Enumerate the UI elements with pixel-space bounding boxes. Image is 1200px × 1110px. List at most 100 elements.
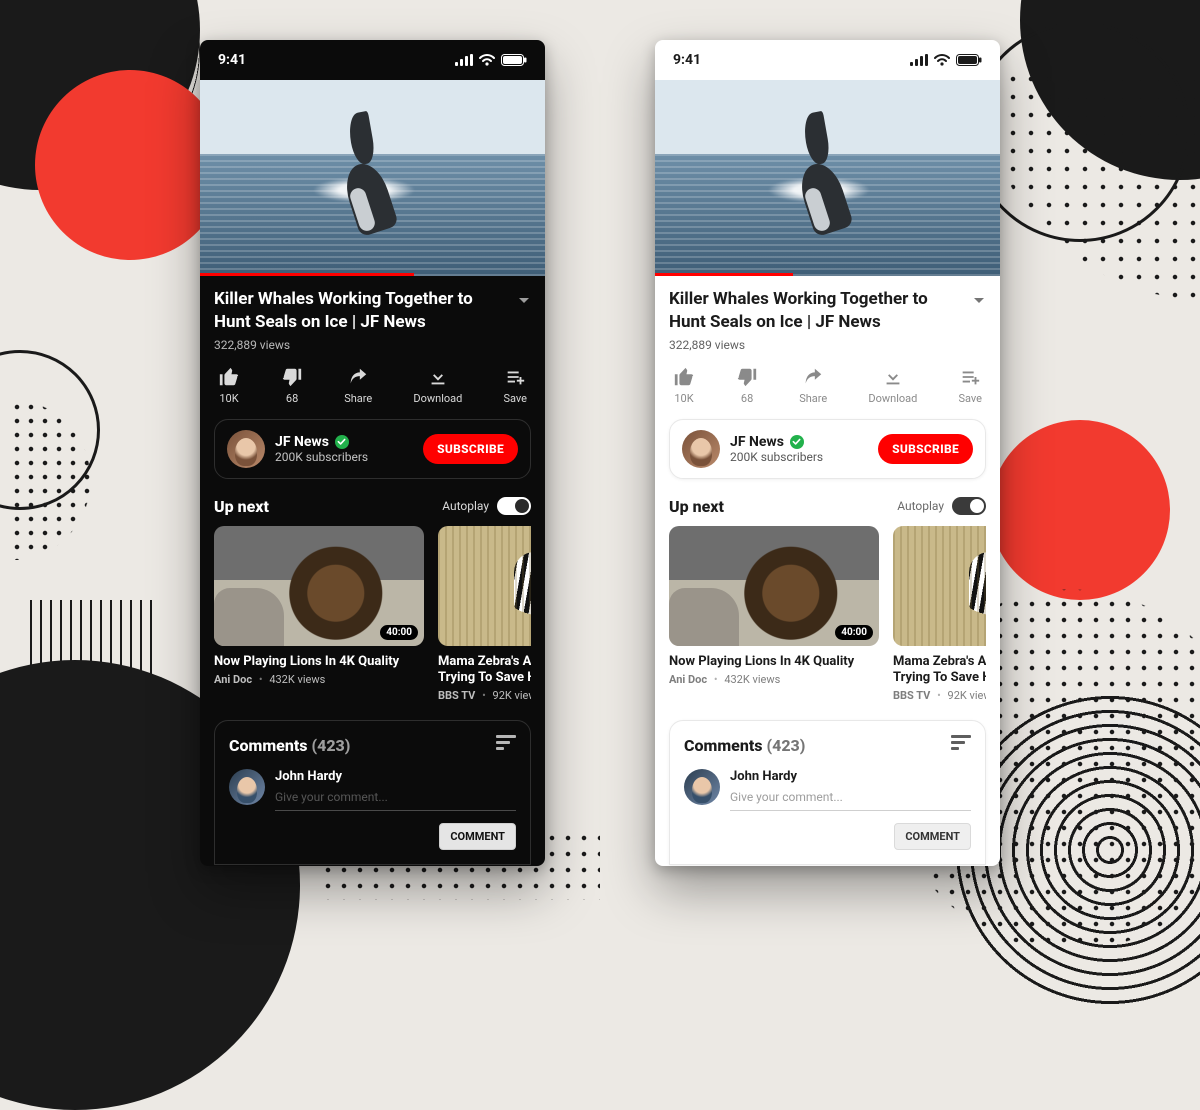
share-label: Share [799, 392, 827, 405]
comments-count: (423) [311, 736, 350, 755]
like-button[interactable]: 10K [673, 366, 695, 405]
dislike-button[interactable]: 68 [736, 366, 758, 405]
duration-badge: 40:00 [835, 625, 873, 640]
battery-icon [956, 54, 982, 66]
upnext-card[interactable]: Mama Zebra's Answer To Men Trying To Sav… [438, 526, 531, 703]
subscribe-button[interactable]: SUBSCRIBE [878, 434, 973, 464]
channel-avatar[interactable] [682, 430, 720, 468]
save-button[interactable]: Save [503, 366, 527, 405]
video-title: Killer Whales Working Together to Hunt S… [669, 288, 962, 334]
channel-card[interactable]: JF News 200K subscribers SUBSCRIBE [214, 419, 531, 479]
status-bar: 9:41 [200, 40, 545, 80]
save-label: Save [958, 392, 982, 405]
video-actions: 10K 68 Share Download Save [669, 366, 986, 405]
video-player[interactable] [200, 80, 545, 276]
video-thumbnail[interactable]: 40:00 [669, 526, 879, 646]
post-comment-button[interactable]: COMMENT [894, 823, 971, 850]
channel-avatar[interactable] [227, 430, 265, 468]
autoplay-label: Autoplay [897, 499, 944, 513]
commenter-name: John Hardy [730, 769, 971, 784]
video-player[interactable] [655, 80, 1000, 276]
wifi-icon [934, 54, 950, 66]
sort-icon[interactable] [496, 735, 516, 755]
duration-badge: 40:00 [380, 625, 418, 640]
video-progress[interactable] [655, 273, 793, 276]
upnext-card-views: 92K views [948, 689, 986, 702]
dislike-button[interactable]: 68 [281, 366, 303, 405]
phone-dark: 9:41 Killer Whales Working [200, 40, 545, 866]
like-count: 10K [219, 392, 238, 405]
comment-input[interactable] [730, 784, 971, 811]
video-views: 322,889 views [669, 338, 986, 352]
channel-card[interactable]: JF News 200K subscribers SUBSCRIBE [669, 419, 986, 479]
upnext-card-title: Mama Zebra's Answer To Men Trying To Sav… [893, 654, 986, 687]
video-actions: 10K 68 Share Download Save [214, 366, 531, 405]
comments-title: Comments [684, 736, 763, 755]
video-views: 322,889 views [214, 338, 531, 352]
download-button[interactable]: Download [868, 366, 917, 405]
post-comment-button[interactable]: COMMENT [439, 823, 516, 850]
comments-title: Comments [229, 736, 308, 755]
upnext-card-views: 432K views [724, 673, 780, 686]
download-button[interactable]: Download [413, 366, 462, 405]
like-button[interactable]: 10K [218, 366, 240, 405]
autoplay-toggle[interactable] [497, 497, 531, 515]
upnext-card-title: Mama Zebra's Answer To Men Trying To Sav… [438, 654, 531, 687]
chevron-down-icon[interactable] [972, 292, 986, 311]
battery-icon [501, 54, 527, 66]
status-bar: 9:41 [655, 40, 1000, 80]
upnext-card[interactable]: Mama Zebra's Answer To Men Trying To Sav… [893, 526, 986, 703]
dislike-count: 68 [286, 392, 298, 405]
verified-badge-icon [790, 435, 804, 449]
phone-light: 9:41 Killer Whales Working [655, 40, 1000, 866]
comments-count: (423) [766, 736, 805, 755]
autoplay-label: Autoplay [442, 499, 489, 513]
commenter-name: John Hardy [275, 769, 516, 784]
subscribe-button[interactable]: SUBSCRIBE [423, 434, 518, 464]
video-thumbnail[interactable] [893, 526, 986, 646]
share-button[interactable]: Share [799, 366, 827, 405]
comment-input[interactable] [275, 784, 516, 811]
video-thumbnail[interactable]: 40:00 [214, 526, 424, 646]
upnext-card-title: Now Playing Lions In 4K Quality [669, 654, 879, 670]
upnext-card-channel: Ani Doc [214, 673, 252, 686]
autoplay-toggle[interactable] [952, 497, 986, 515]
video-progress[interactable] [200, 273, 414, 276]
channel-name: JF News [730, 434, 784, 450]
cellular-signal-icon [910, 54, 928, 66]
download-label: Download [868, 392, 917, 405]
cellular-signal-icon [455, 54, 473, 66]
upnext-title: Up next [669, 497, 724, 516]
channel-name: JF News [275, 434, 329, 450]
upnext-card[interactable]: 40:00 Now Playing Lions In 4K Quality An… [214, 526, 424, 703]
upnext-card-channel: Ani Doc [669, 673, 707, 686]
save-label: Save [503, 392, 527, 405]
upnext-title: Up next [214, 497, 269, 516]
upnext-card-channel: BBS TV [893, 689, 930, 702]
download-label: Download [413, 392, 462, 405]
share-button[interactable]: Share [344, 366, 372, 405]
upnext-card-views: 432K views [269, 673, 325, 686]
channel-subscribers: 200K subscribers [730, 450, 823, 464]
upnext-card-views: 92K views [493, 689, 531, 702]
verified-badge-icon [335, 435, 349, 449]
user-avatar[interactable] [684, 769, 720, 805]
user-avatar[interactable] [229, 769, 265, 805]
wifi-icon [479, 54, 495, 66]
upnext-card-channel: BBS TV [438, 689, 475, 702]
chevron-down-icon[interactable] [517, 292, 531, 311]
sort-icon[interactable] [951, 735, 971, 755]
status-time: 9:41 [673, 52, 701, 68]
like-count: 10K [674, 392, 693, 405]
upnext-card[interactable]: 40:00 Now Playing Lions In 4K Quality An… [669, 526, 879, 703]
comments-section: Comments (423) John Hardy COMMENT [669, 720, 986, 865]
save-button[interactable]: Save [958, 366, 982, 405]
share-label: Share [344, 392, 372, 405]
channel-subscribers: 200K subscribers [275, 450, 368, 464]
upnext-carousel[interactable]: 40:00 Now Playing Lions In 4K Quality An… [214, 526, 531, 703]
comments-section: Comments (423) John Hardy COMMENT [214, 720, 531, 865]
video-thumbnail[interactable] [438, 526, 531, 646]
video-title: Killer Whales Working Together to Hunt S… [214, 288, 507, 334]
dislike-count: 68 [741, 392, 753, 405]
upnext-carousel[interactable]: 40:00 Now Playing Lions In 4K Quality An… [669, 526, 986, 703]
